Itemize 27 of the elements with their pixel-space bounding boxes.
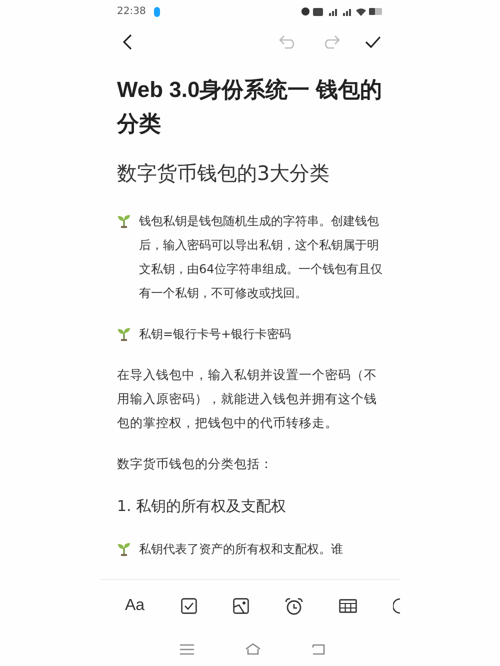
paragraph: 数字货币钱包的分类包括：	[117, 454, 274, 473]
check-icon[interactable]	[365, 36, 381, 48]
font-button[interactable]: Aa	[125, 597, 145, 616]
crescent-icon[interactable]	[392, 598, 400, 614]
menu-icon[interactable]	[180, 644, 194, 655]
battery-icon	[369, 8, 383, 16]
back-icon[interactable]	[122, 34, 132, 50]
paragraph: 私钥代表了资产的所有权和支配权。谁	[139, 540, 344, 558]
wifi-icon	[356, 8, 366, 16]
checkbox-icon[interactable]	[180, 598, 197, 614]
signal-icon	[342, 7, 353, 16]
notification-icon	[154, 6, 160, 17]
sprout-icon	[117, 326, 131, 341]
note-title: Web 3.0身份系统一 钱包的分类	[117, 76, 383, 138]
paragraph: 私钥=银行卡号+银行卡密码	[139, 326, 292, 343]
status-time: 22:38	[117, 6, 146, 18]
numbered-heading: 1. 私钥的所有权及支配权	[117, 496, 288, 517]
sprout-icon	[117, 214, 131, 228]
paragraph: 在导入钱包中，输入私钥并设置一个密码（不用输入原密码），就能进入钱包并拥有这个钱包的掌控权，把钱包中的代币转移走。	[117, 366, 378, 432]
paragraph: 钱包私钥是钱包随机生成的字符串。创建钱包后，输入密码可以导出私钥，这个私钥属于明文私钥，由64位字符串组成。一个钱包有且仅有一个私钥，不可修改或找回。	[139, 212, 383, 302]
table-icon[interactable]	[338, 599, 357, 614]
alarm-clock-icon[interactable]	[284, 598, 303, 615]
image-icon[interactable]	[232, 598, 249, 614]
home-icon[interactable]	[244, 643, 261, 656]
signal-icon	[328, 7, 339, 16]
sprout-icon	[117, 542, 131, 556]
section-heading: 数字货币钱包的3大分类	[117, 160, 331, 187]
